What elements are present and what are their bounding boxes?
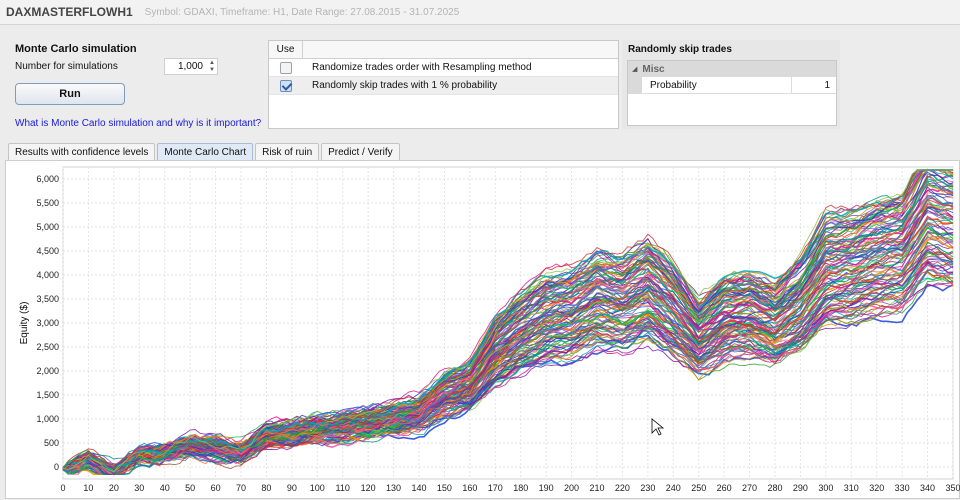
y-tick-label: 3,000 xyxy=(36,318,59,328)
y-axis-label: Equity ($) xyxy=(19,302,30,345)
x-tick-label: 120 xyxy=(361,483,376,493)
resampling-checkbox[interactable] xyxy=(280,61,292,74)
y-tick-label: 4,000 xyxy=(36,270,59,280)
x-tick-label: 20 xyxy=(109,483,119,493)
option-row-skip-trades[interactable]: Randomly skip trades with 1 % probabilit… xyxy=(269,77,618,95)
skip-trades-panel: Randomly skip trades ◢ Misc Probability … xyxy=(622,40,840,129)
x-tick-label: 170 xyxy=(488,483,503,493)
y-tick-label: 1,500 xyxy=(36,390,59,400)
strategy-meta: Symbol: GDAXI, Timeframe: H1, Date Range… xyxy=(144,6,460,18)
collapse-triangle-icon[interactable]: ◢ xyxy=(632,65,637,73)
x-tick-label: 210 xyxy=(589,483,604,493)
x-tick-label: 160 xyxy=(462,483,477,493)
use-column-header: Use xyxy=(269,41,303,58)
tab-predict-verify[interactable]: Predict / Verify xyxy=(321,143,400,160)
monte-carlo-chart-panel: 0 10 20 30 40 50 60 70 80 90 100 110 120 130 140 150 160… xyxy=(5,160,960,499)
x-tick-label: 180 xyxy=(513,483,528,493)
simulations-value: 1,000 xyxy=(177,61,203,72)
category-label: Misc xyxy=(642,63,665,75)
x-tick-label: 90 xyxy=(287,483,297,493)
x-tick-label: 310 xyxy=(844,483,859,493)
y-tick-label: 2,000 xyxy=(36,366,59,376)
x-tick-label: 260 xyxy=(717,483,732,493)
x-tick-label: 220 xyxy=(615,483,630,493)
tab-results-confidence[interactable]: Results with confidence levels xyxy=(8,143,156,160)
spinner-arrows-icon[interactable]: ▲ ▼ xyxy=(209,60,215,74)
x-tick-label: 0 xyxy=(60,483,65,493)
tab-risk-of-ruin[interactable]: Risk of ruin xyxy=(255,143,320,160)
x-tick-label: 240 xyxy=(666,483,681,493)
x-tick-label: 70 xyxy=(236,483,246,493)
x-tick-label: 270 xyxy=(742,483,757,493)
result-tabs: Results with confidence levels Monte Car… xyxy=(8,143,402,160)
y-tick-label: 4,500 xyxy=(36,246,59,256)
y-tick-label: 500 xyxy=(44,438,59,448)
x-tick-label: 110 xyxy=(336,483,350,493)
x-tick-label: 330 xyxy=(895,483,910,493)
monte-carlo-chart: 0 10 20 30 40 50 60 70 80 90 100 110 120 130 140 150 160… xyxy=(19,166,960,493)
option-label: Randomize trades order with Resampling m… xyxy=(312,62,532,73)
x-tick-label: 300 xyxy=(818,483,833,493)
x-tick-label: 290 xyxy=(793,483,808,493)
x-tick-label: 190 xyxy=(539,483,554,493)
help-link[interactable]: What is Monte Carlo simulation and why i… xyxy=(15,118,261,129)
strategy-name: DAXMASTERFLOWH1 xyxy=(6,5,133,19)
monte-carlo-settings-panel: Monte Carlo simulation Number for simula… xyxy=(8,38,261,130)
title-bar: DAXMASTERFLOWH1 Symbol: GDAXI, Timeframe… xyxy=(0,0,960,25)
x-tick-label: 30 xyxy=(134,483,144,493)
y-tick-label: 6,000 xyxy=(36,174,59,184)
property-grid: ◢ Misc Probability 1 xyxy=(627,60,837,126)
y-tick-label: 1,000 xyxy=(36,414,59,424)
x-tick-label: 40 xyxy=(160,483,170,493)
y-tick-label: 5,000 xyxy=(36,222,59,232)
x-tick-label: 10 xyxy=(83,483,93,493)
x-tick-label: 280 xyxy=(767,483,782,493)
x-tick-label: 100 xyxy=(310,483,325,493)
y-tick-label: 3,500 xyxy=(36,294,59,304)
option-label: Randomly skip trades with 1 % probabilit… xyxy=(312,80,498,91)
tab-monte-carlo-chart[interactable]: Monte Carlo Chart xyxy=(157,143,254,160)
property-name: Probability xyxy=(642,76,792,94)
x-tick-label: 350 xyxy=(945,483,960,493)
panel-title: Monte Carlo simulation xyxy=(15,43,137,55)
x-tick-label: 320 xyxy=(869,483,884,493)
skip-panel-title: Randomly skip trades xyxy=(628,44,732,55)
run-button[interactable]: Run xyxy=(15,83,125,105)
x-tick-label: 230 xyxy=(640,483,655,493)
simulations-label: Number for simulations xyxy=(15,61,118,72)
options-header: Use xyxy=(269,41,618,59)
option-row-resampling[interactable]: Randomize trades order with Resampling m… xyxy=(269,59,618,77)
property-category[interactable]: ◢ Misc xyxy=(628,61,836,77)
x-tick-label: 140 xyxy=(411,483,426,493)
x-tick-label: 250 xyxy=(691,483,706,493)
x-tick-label: 150 xyxy=(437,483,452,493)
y-tick-label: 5,500 xyxy=(36,198,59,208)
y-tick-label: 0 xyxy=(54,462,59,472)
x-tick-label: 200 xyxy=(564,483,579,493)
y-tick-label: 2,500 xyxy=(36,342,59,352)
simulations-spinner[interactable]: 1,000 ▲ ▼ xyxy=(164,58,218,75)
x-tick-label: 50 xyxy=(185,483,195,493)
x-tick-label: 60 xyxy=(211,483,221,493)
property-value[interactable]: 1 xyxy=(792,80,836,91)
skip-trades-checkbox[interactable] xyxy=(280,79,292,92)
x-tick-label: 80 xyxy=(261,483,271,493)
x-tick-label: 340 xyxy=(920,483,935,493)
property-row-probability[interactable]: Probability 1 xyxy=(628,76,836,94)
options-table: Use Randomize trades order with Resampli… xyxy=(268,40,619,129)
x-tick-label: 130 xyxy=(386,483,401,493)
